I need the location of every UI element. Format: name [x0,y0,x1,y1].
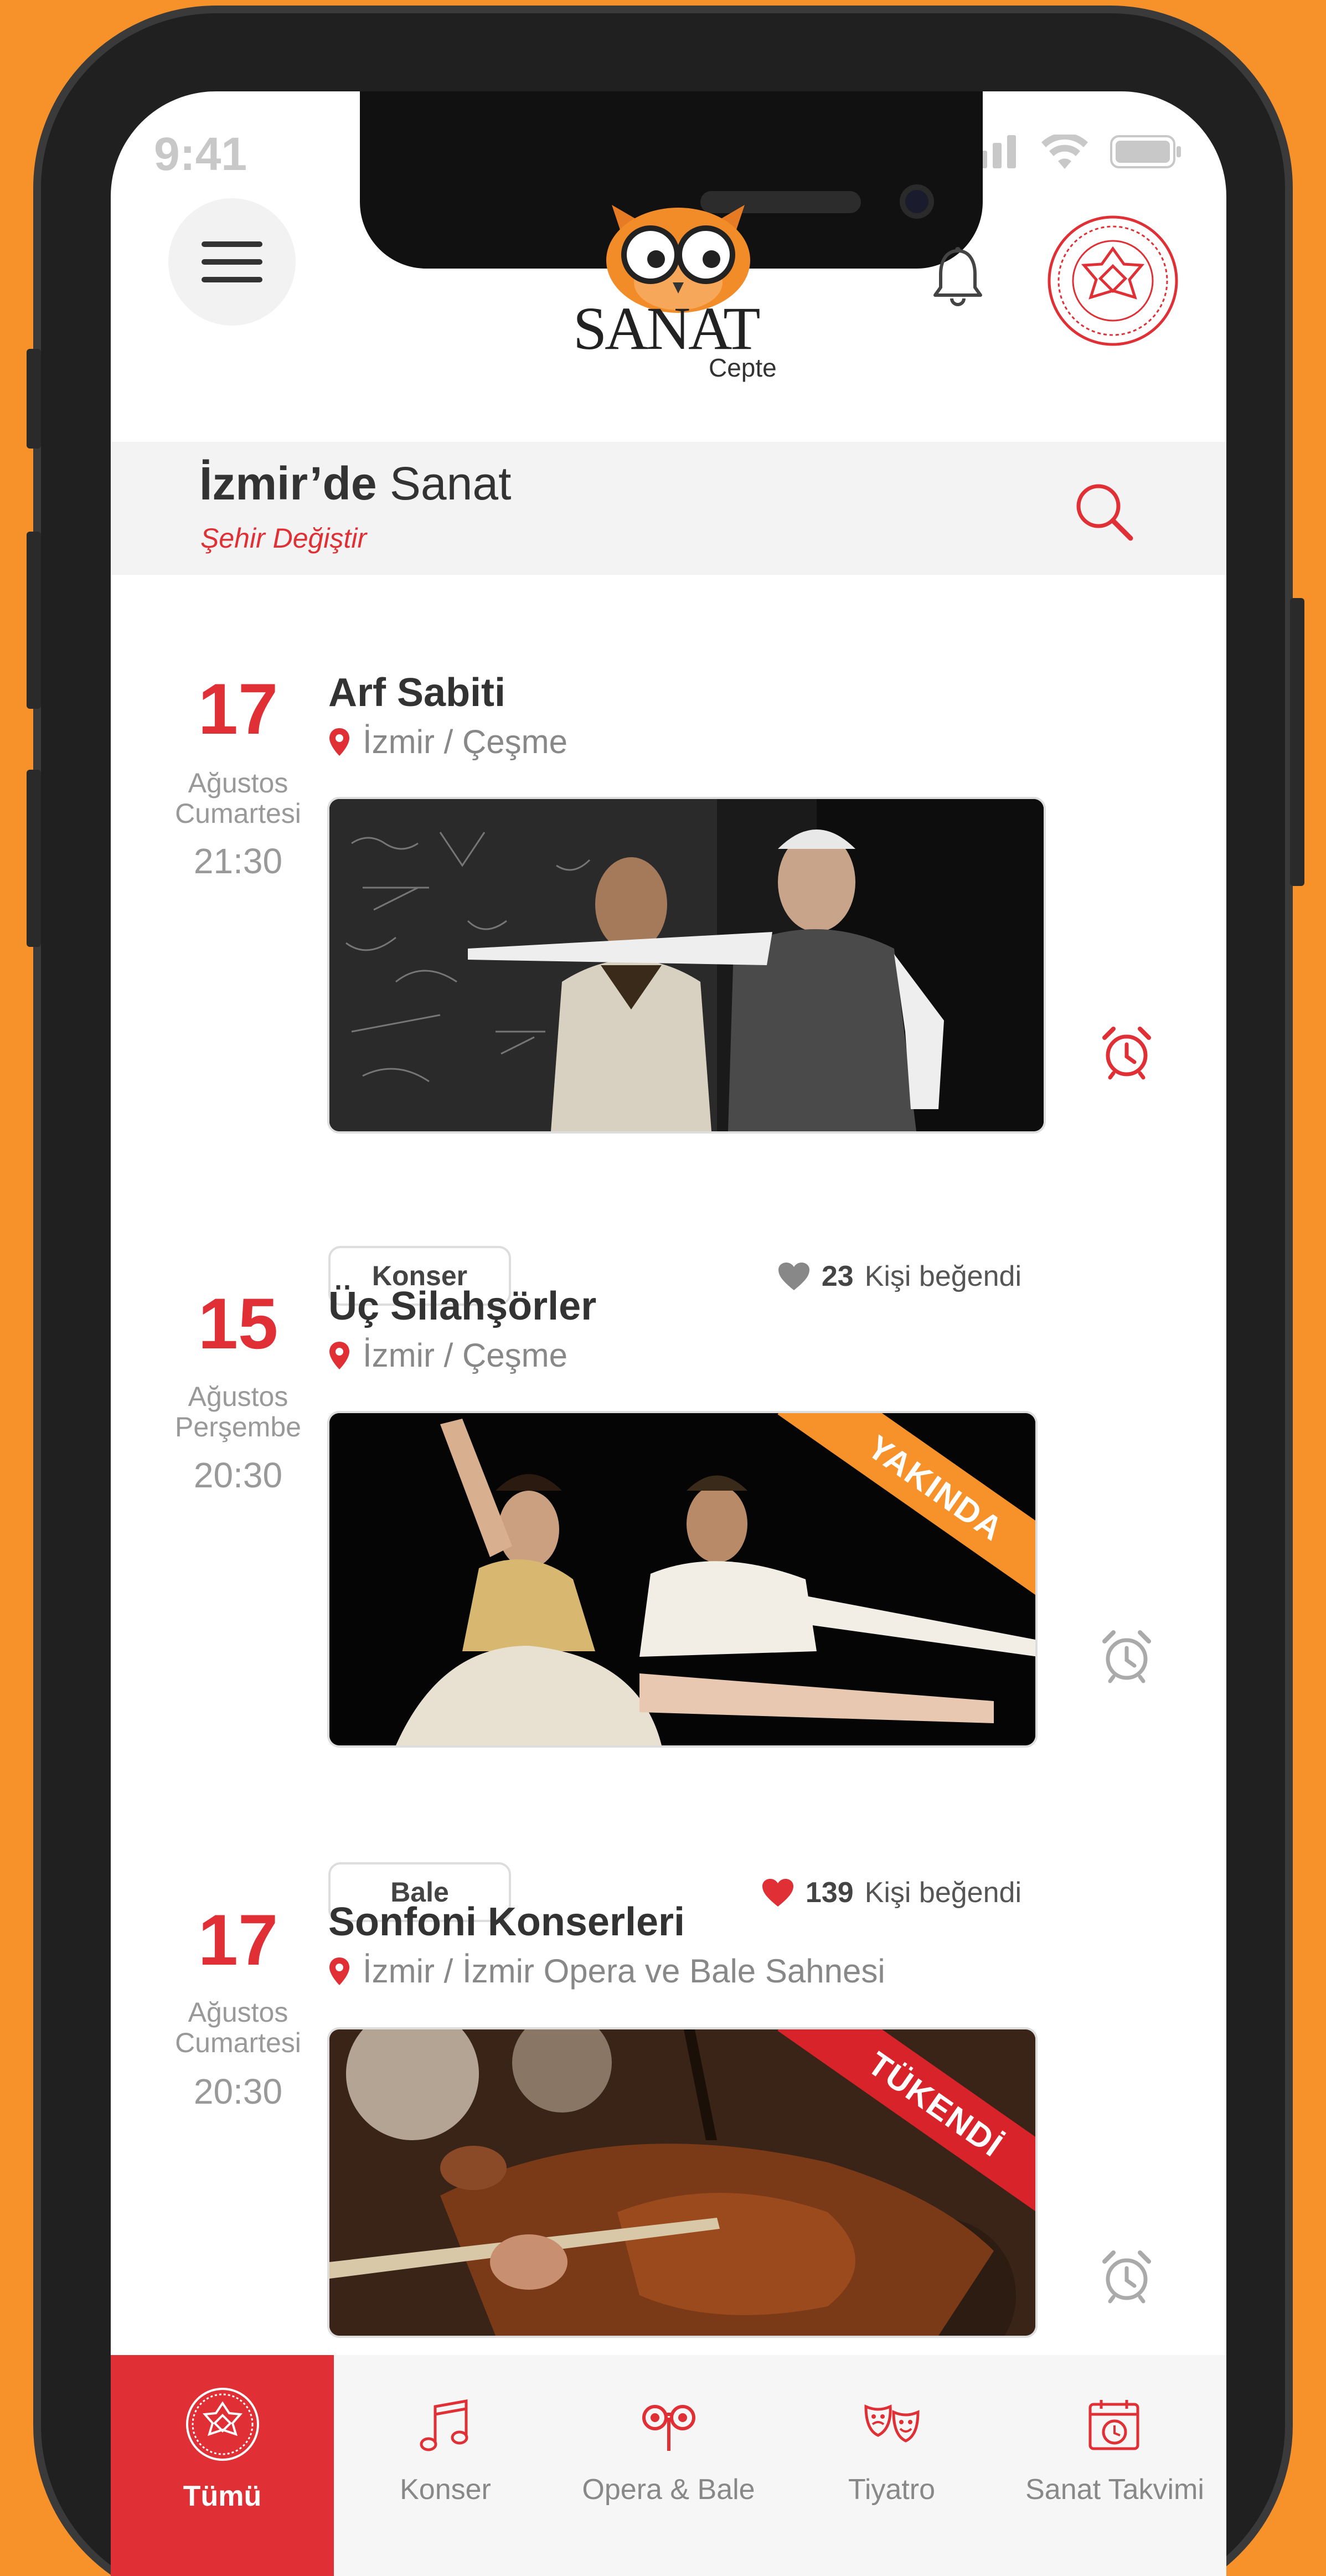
event-photo [329,799,1044,1131]
status-time: 9:41 [154,128,247,180]
city-title: İzmir’de Sanat [199,457,511,511]
svg-text:Cepte: Cepte [709,353,777,382]
event-location: İzmir / İzmir Opera ve Bale Sahnesi [328,1952,885,1990]
event-image[interactable]: YAKINDA [329,1413,1035,1745]
event-title[interactable]: Sonfoni Konserleri [328,1899,685,1945]
volume-up-button [27,532,41,709]
status-icons [964,135,1182,169]
location-pin-icon [329,728,349,756]
nav-tab-concert[interactable]: Konser [334,2355,557,2576]
nav-tab-opera-ballet[interactable]: Opera & Bale [557,2355,780,2576]
city-suffix: Sanat [376,457,512,509]
event-weekday: Cumartesi [175,798,301,829]
opera-glasses-icon [642,2405,695,2451]
bottom-nav: Tümü Konser Opera & Bale Tiyatro Sanat T… [111,2355,1226,2576]
nav-label: Konser [400,2474,491,2506]
hamburger-line [202,259,262,265]
nav-label: Opera & Bale [582,2474,755,2506]
alarm-clock-icon[interactable] [1099,2248,1154,2304]
power-button [1290,598,1304,886]
change-city-link[interactable]: Şehir Değiştir [200,522,367,554]
svg-text:SANAT: SANAT [573,295,760,362]
bell-icon[interactable] [933,246,983,307]
hamburger-line [202,241,262,247]
event-day: 17 [198,1899,278,1980]
event-location-text: İzmir / İzmir Opera ve Bale Sahnesi [363,1952,885,1990]
event-month: Ağustos [188,1381,288,1412]
event-time: 20:30 [193,1455,283,1495]
event-month: Ağustos [188,1997,288,2028]
likes-count: 139 [805,1877,854,1909]
event-location: İzmir / Çeşme [328,1336,567,1374]
event-day: 17 [198,668,278,749]
nav-tab-art-calendar[interactable]: Sanat Takvimi [1003,2355,1226,2576]
app-screen: 9:41 SANAT Cepte İzmir’de Sanat Şehir De… [111,91,1226,2576]
wifi-icon [1041,135,1088,169]
likes-count: 23 [821,1260,854,1292]
event-time: 20:30 [193,2072,283,2111]
emblem-icon [185,2388,259,2461]
menu-button[interactable] [168,198,296,326]
location-pin-icon [329,1341,349,1369]
alarm-clock-icon[interactable] [1099,1024,1154,1080]
music-note-icon [420,2399,468,2451]
volume-down-button [27,770,41,947]
event-title[interactable]: Arf Sabiti [328,670,505,715]
mute-switch [27,349,41,449]
nav-label: Tiyatro [848,2474,935,2506]
likes-counter[interactable]: 139 Kişi beğendi [761,1876,1021,1909]
ministry-emblem-icon[interactable] [1046,214,1179,347]
battery-icon [1110,135,1181,168]
likes-label: Kişi beğendi [864,1877,1021,1909]
city-name: İzmir’de [199,457,377,509]
nav-label: Tümü [183,2480,262,2512]
nav-label: Sanat Takvimi [1025,2474,1204,2506]
front-camera [900,184,934,219]
event-weekday: Cumartesi [175,2027,301,2058]
heart-icon [778,1263,809,1290]
theater-masks-icon [864,2404,920,2443]
event-day: 15 [198,1283,278,1364]
event-location: İzmir / Çeşme [328,723,567,761]
sanat-cepte-logo: SANAT Cepte [573,205,777,382]
event-location-text: İzmir / Çeşme [363,723,568,760]
search-icon[interactable] [1074,482,1135,543]
alarm-clock-icon[interactable] [1099,1628,1154,1683]
calendar-clock-icon [1088,2400,1139,2450]
nav-tab-theater[interactable]: Tiyatro [780,2355,1003,2576]
location-pin-icon [329,1957,349,1985]
event-location-text: İzmir / Çeşme [363,1337,568,1374]
event-image[interactable] [329,799,1044,1131]
event-month: Ağustos [188,767,288,798]
event-image[interactable]: TÜKENDİ [329,2029,1035,2336]
nav-tab-all[interactable]: Tümü [111,2355,334,2576]
heart-icon [762,1879,793,1907]
event-time: 21:30 [193,841,283,881]
event-title[interactable]: Üç Silahşörler [328,1284,596,1329]
hamburger-line [202,277,262,282]
likes-label: Kişi beğendi [864,1260,1021,1292]
event-weekday: Perşembe [175,1411,301,1442]
likes-counter[interactable]: 23 Kişi beğendi [777,1260,1021,1293]
